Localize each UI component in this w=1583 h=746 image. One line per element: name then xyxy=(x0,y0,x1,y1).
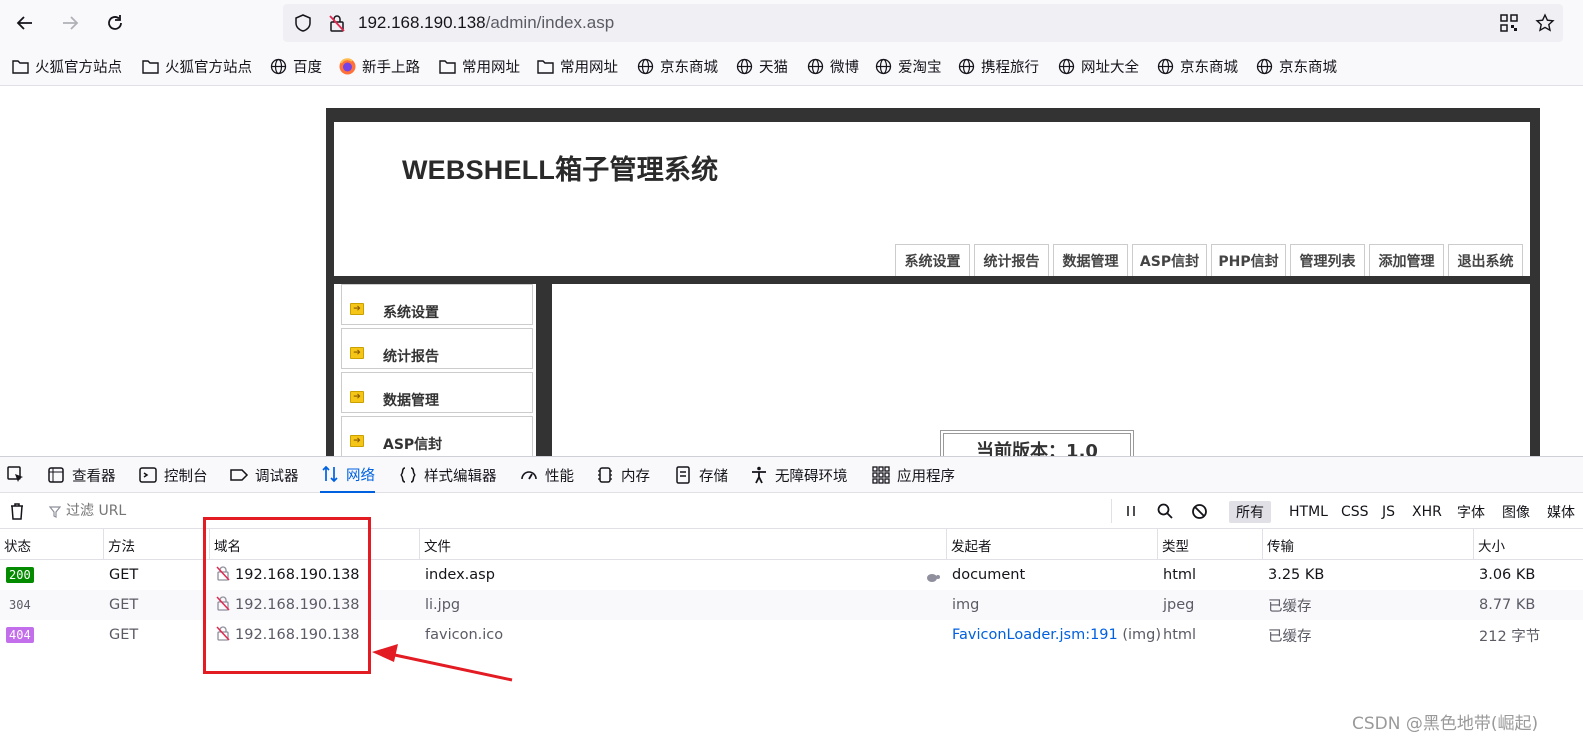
screenshot-root: 192.168.190.138/admin/index.asp 火狐官方站点 火狐… xyxy=(0,0,1583,746)
watermark: CSDN @黑色地带(崛起) xyxy=(1352,714,1539,734)
annotation-arrow-icon xyxy=(372,644,513,682)
